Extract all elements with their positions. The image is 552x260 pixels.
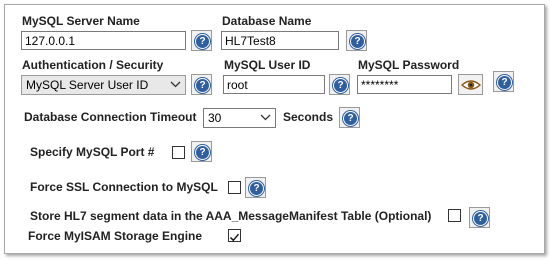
help-icon: ? xyxy=(343,111,358,126)
auth-help-button[interactable]: ? xyxy=(191,74,212,95)
ssl-label: Force SSL Connection to MySQL xyxy=(30,180,218,194)
server-name-input[interactable] xyxy=(21,31,186,50)
database-name-label: Database Name xyxy=(222,14,312,28)
port-label: Specify MySQL Port # xyxy=(30,145,155,159)
ssl-checkbox[interactable] xyxy=(228,181,241,194)
password-help-button[interactable]: ? xyxy=(493,71,514,92)
user-id-input[interactable] xyxy=(223,75,325,94)
help-icon: ? xyxy=(195,78,210,93)
auth-label: Authentication / Security xyxy=(22,58,164,72)
chevron-down-icon xyxy=(170,81,181,88)
timeout-help-button[interactable]: ? xyxy=(339,107,360,128)
help-icon: ? xyxy=(333,78,348,93)
eye-icon xyxy=(461,80,481,90)
show-password-button[interactable] xyxy=(458,74,483,95)
database-name-input[interactable] xyxy=(221,31,339,50)
auth-select-value: MySQL Server User ID xyxy=(26,78,149,92)
user-id-label: MySQL User ID xyxy=(224,58,311,72)
help-icon: ? xyxy=(350,34,365,49)
timeout-select[interactable]: 30 xyxy=(203,108,276,128)
server-name-label: MySQL Server Name xyxy=(22,14,140,28)
ssl-help-button[interactable]: ? xyxy=(245,177,266,198)
port-checkbox[interactable] xyxy=(172,146,185,159)
timeout-select-value: 30 xyxy=(208,111,222,125)
manifest-label: Store HL7 segment data in the AAA_Messag… xyxy=(30,209,432,223)
help-icon: ? xyxy=(195,145,210,160)
myisam-label: Force MyISAM Storage Engine xyxy=(28,229,203,243)
database-help-button[interactable]: ? xyxy=(346,30,367,51)
timeout-unit-label: Seconds xyxy=(283,110,334,124)
help-icon: ? xyxy=(497,75,512,90)
server-help-button[interactable]: ? xyxy=(191,30,212,51)
manifest-checkbox[interactable] xyxy=(448,209,461,222)
manifest-help-button[interactable]: ? xyxy=(469,207,490,228)
port-help-button[interactable]: ? xyxy=(191,141,212,162)
help-icon: ? xyxy=(195,34,210,49)
password-label: MySQL Password xyxy=(358,58,460,72)
timeout-label: Database Connection Timeout xyxy=(24,110,197,124)
help-icon: ? xyxy=(473,211,488,226)
myisam-checkbox[interactable] xyxy=(228,229,241,242)
password-input[interactable] xyxy=(357,75,452,94)
help-icon: ? xyxy=(249,181,264,196)
auth-select[interactable]: MySQL Server User ID xyxy=(21,75,186,95)
checkmark-icon xyxy=(230,233,240,242)
chevron-down-icon xyxy=(260,114,271,121)
user-help-button[interactable]: ? xyxy=(329,74,350,95)
